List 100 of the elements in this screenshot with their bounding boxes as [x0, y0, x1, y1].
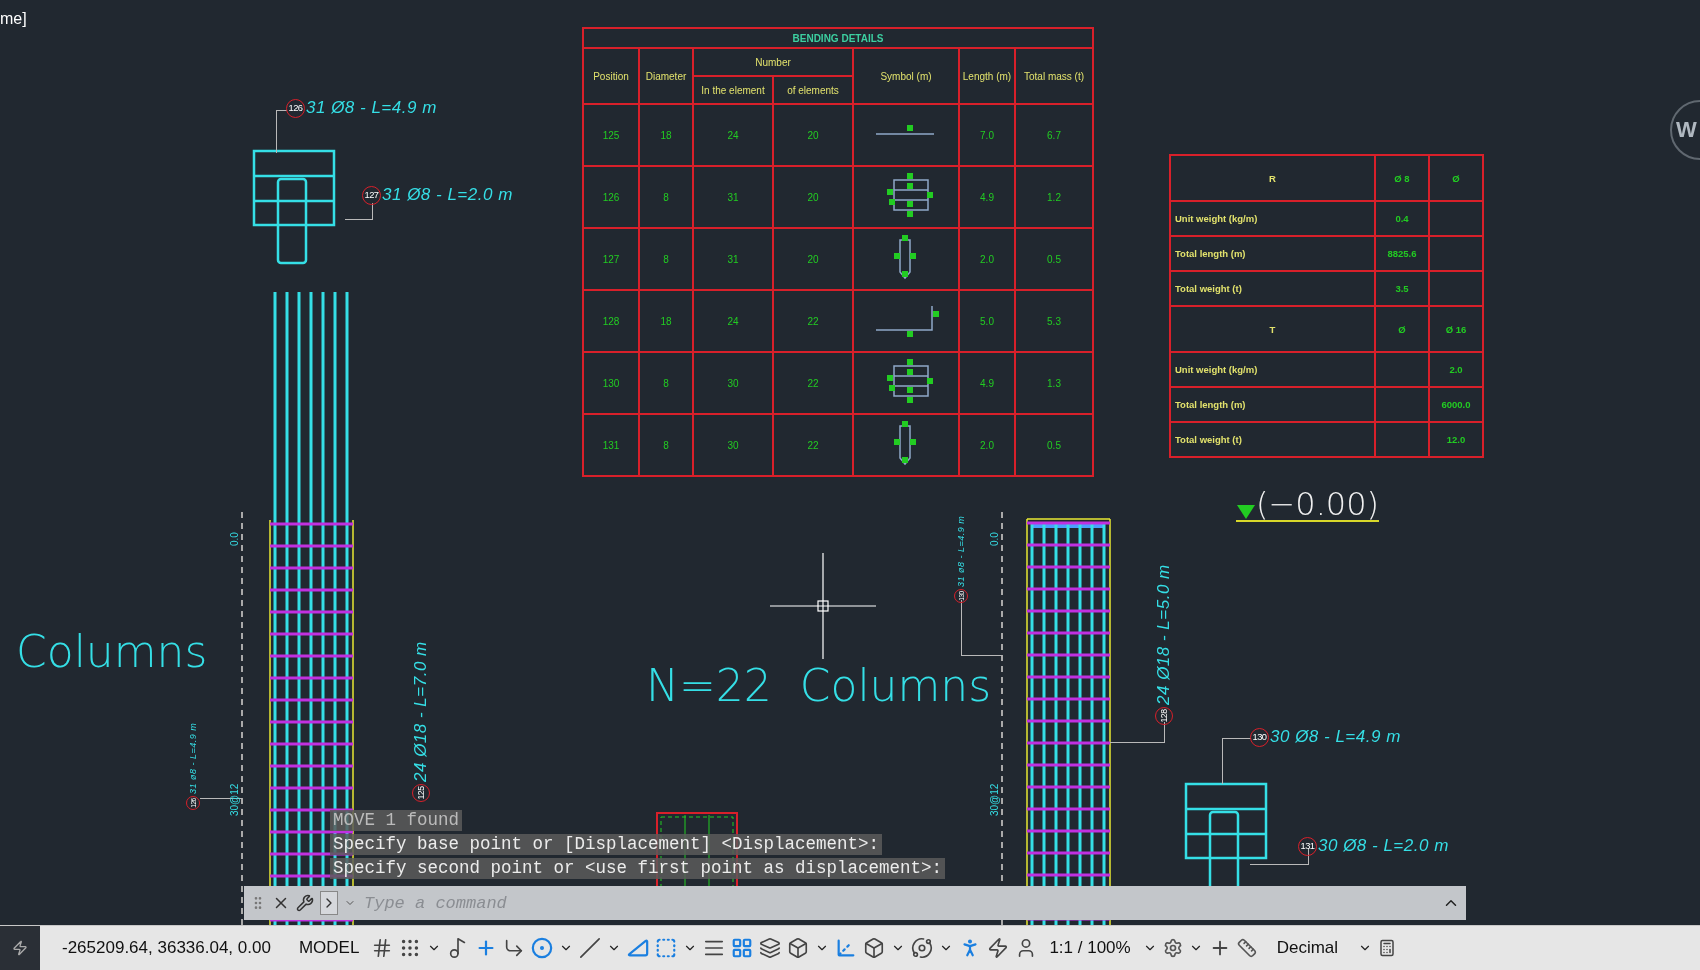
- table-cell: 12.0: [1429, 422, 1483, 457]
- table-cell: 6000.0: [1429, 387, 1483, 422]
- checker-grid-icon[interactable]: [731, 937, 754, 959]
- table-cell: Unit weight (kg/m): [1170, 352, 1375, 387]
- dimension-text: 30@12: [988, 783, 1000, 816]
- table-cell: [1429, 271, 1483, 306]
- table-cell: 20: [773, 228, 853, 290]
- table-cell: [1375, 352, 1429, 387]
- level-mark: (−0.00): [1256, 488, 1380, 520]
- table-cell: Ø: [1429, 155, 1483, 201]
- command-input[interactable]: Type a command: [362, 892, 1436, 914]
- table-cell: 20: [773, 166, 853, 228]
- row-header: R: [1170, 155, 1375, 201]
- table-cell: 20: [773, 104, 853, 166]
- table-cell: 0.5: [1015, 228, 1093, 290]
- settings-icon[interactable]: [1162, 938, 1183, 958]
- units-button[interactable]: Decimal: [1262, 938, 1353, 958]
- calculator-icon[interactable]: [1378, 939, 1397, 957]
- table-cell: 130: [583, 352, 639, 414]
- leader-line: [200, 798, 242, 800]
- column-header: Position: [583, 48, 639, 104]
- row-header: T: [1170, 306, 1375, 352]
- leader-line: [276, 110, 287, 153]
- leader-line: [961, 600, 1002, 656]
- polar-circle-icon[interactable]: [531, 937, 554, 959]
- dimension-text: 0.0: [988, 532, 1000, 546]
- rebar-label: 30 Ø8 - L=2.0 m: [1318, 836, 1449, 856]
- angle-icon[interactable]: [627, 937, 650, 959]
- table-cell: 24: [693, 290, 773, 352]
- table-cell: 2.0: [1429, 352, 1483, 387]
- table-title: BENDING DETAILS: [583, 28, 1093, 48]
- column-header: Number: [693, 48, 853, 76]
- ruler-icon[interactable]: [1236, 938, 1257, 958]
- table-cell: 8: [639, 352, 693, 414]
- annotation-scale-button[interactable]: 1:1 / 100%: [1043, 938, 1137, 958]
- table-cell: [1429, 236, 1483, 271]
- table-cell: Ø: [1375, 306, 1429, 352]
- table-cell: 1.3: [1015, 352, 1093, 414]
- table-cell: 8: [639, 166, 693, 228]
- table-cell: 22: [773, 414, 853, 476]
- table-cell: 126: [583, 166, 639, 228]
- orbit-icon[interactable]: [911, 937, 934, 959]
- table-cell: 0.4: [1375, 201, 1429, 236]
- table-cell: 30: [693, 352, 773, 414]
- dimension-text: 30@12: [228, 783, 240, 816]
- table-cell: Total length (m): [1170, 236, 1375, 271]
- table-cell: 0.5: [1015, 414, 1093, 476]
- drawing-caption: Columns: [16, 630, 208, 674]
- table-cell: Total weight (t): [1170, 271, 1375, 306]
- rebar-label: 31 Ø8 - L=4.9 m: [306, 98, 437, 118]
- table-cell: 4.9: [959, 166, 1015, 228]
- rebar-label: 31 Ø8 - L=2.0 m: [382, 185, 513, 205]
- column-header: Length (m): [959, 48, 1015, 104]
- table-cell: Unit weight (kg/m): [1170, 201, 1375, 236]
- level-triangle-icon: [1236, 504, 1256, 520]
- square-icon[interactable]: [655, 937, 678, 959]
- table-cell: 30: [693, 414, 773, 476]
- column-header: Diameter: [639, 48, 693, 104]
- table-cell: [1375, 422, 1429, 457]
- leader-line: [1222, 738, 1251, 784]
- rebar-label: 24 Ø18 - L=5.0 m: [1154, 564, 1174, 705]
- rebar-label: 31 ø8 - L=4.9 m: [188, 722, 198, 794]
- table-cell: 6.7: [1015, 104, 1093, 166]
- table-cell: [1429, 201, 1483, 236]
- table-cell: 128: [583, 290, 639, 352]
- table-cell: 31: [693, 228, 773, 290]
- rebar-label: 30 Ø8 - L=4.9 m: [1270, 727, 1401, 747]
- table-cell: 125: [583, 104, 639, 166]
- lightning-icon[interactable]: [12, 940, 28, 956]
- table-cell: 2.0: [959, 228, 1015, 290]
- leader-line: [1110, 722, 1165, 743]
- table-cell: Ø 16: [1429, 306, 1483, 352]
- column-header: Symbol (m): [853, 48, 959, 104]
- rebar-label: 31 ø8 - L=4.9 m: [956, 515, 966, 587]
- table-cell: 22: [773, 352, 853, 414]
- viewcube-compass[interactable]: W: [1670, 100, 1700, 160]
- table-cell: 31: [693, 166, 773, 228]
- table-cell: 18: [639, 104, 693, 166]
- slash-icon[interactable]: [579, 937, 602, 959]
- leader-line: [1250, 848, 1309, 865]
- table-cell: Ø 8: [1375, 155, 1429, 201]
- table-cell: Total weight (t): [1170, 422, 1375, 457]
- layers-icon[interactable]: [759, 937, 782, 959]
- table-cell: 4.9: [959, 352, 1015, 414]
- cube-outline-icon[interactable]: [863, 937, 886, 959]
- table-cell: 24: [693, 104, 773, 166]
- dimension-text: 0.0: [228, 532, 240, 546]
- table-cell: 3.5: [1375, 271, 1429, 306]
- cube-icon[interactable]: [787, 937, 810, 959]
- table-cell: 8825.6: [1375, 236, 1429, 271]
- wrench-icon[interactable]: [296, 894, 314, 912]
- lightning-icon[interactable]: [987, 937, 1010, 959]
- leader-line: [345, 203, 373, 220]
- table-cell: 7.0: [959, 104, 1015, 166]
- table-cell: 127: [583, 228, 639, 290]
- model-space-button[interactable]: MODEL: [292, 938, 366, 958]
- table-cell: 22: [773, 290, 853, 352]
- table-cell: Total length (m): [1170, 387, 1375, 422]
- drawing-caption: N=22 Columns: [646, 664, 992, 708]
- table-cell: 8: [639, 414, 693, 476]
